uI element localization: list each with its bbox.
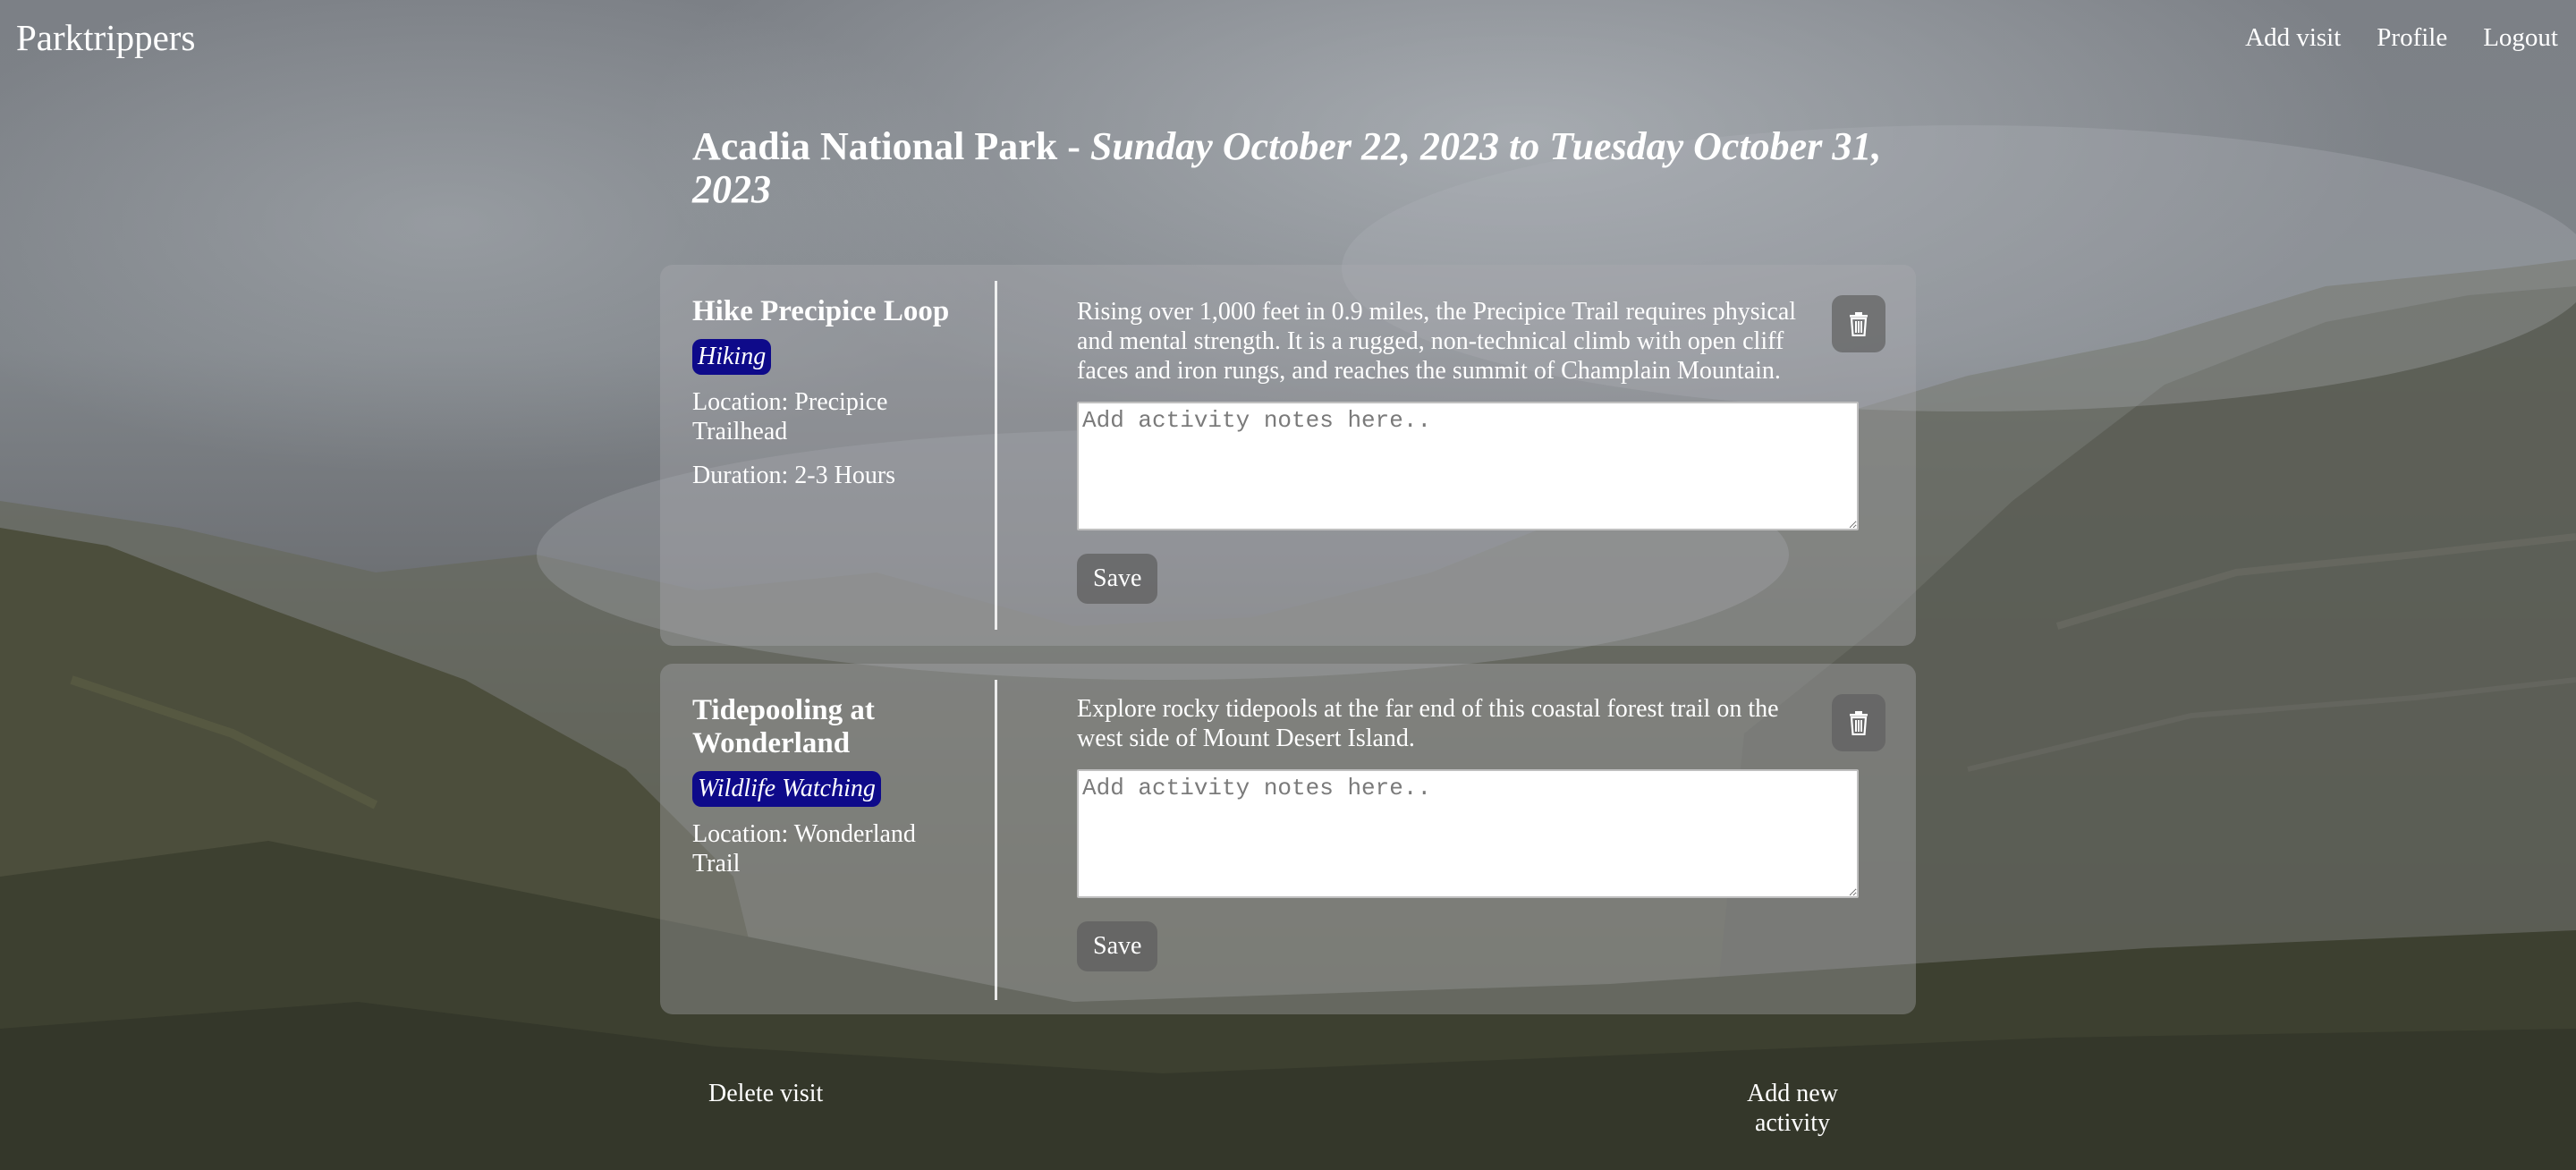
activity-duration: Duration: 2-3 Hours [692, 462, 896, 489]
activity-location: Location: Wonderland Trail [692, 820, 916, 878]
activity-notes-input[interactable] [1077, 769, 1859, 898]
activity-notes-input[interactable] [1077, 402, 1859, 530]
activity-card: Hike Precipice Loop Hiking Location: Pre… [660, 265, 1916, 646]
activity-card: Tidepooling at Wonderland Wildlife Watch… [660, 664, 1916, 1014]
nav-add-visit-link[interactable]: Add visit [2245, 23, 2341, 53]
save-notes-button[interactable]: Save [1077, 921, 1158, 971]
activity-location: Location: Precipice Trailhead [692, 388, 888, 445]
activity-description: Explore rocky tidepools at the far end o… [1077, 695, 1779, 752]
activity-summary: Hike Precipice Loop Hiking Location: Pre… [692, 295, 961, 490]
card-divider [995, 680, 997, 1000]
title-separator: - [1057, 124, 1090, 168]
delete-visit-button[interactable]: Delete visit [708, 1079, 823, 1108]
trash-icon [1850, 711, 1868, 735]
activity-details: Explore rocky tidepools at the far end o… [1077, 694, 1859, 971]
save-notes-button[interactable]: Save [1077, 554, 1158, 604]
card-divider [995, 281, 997, 630]
activity-category-badge: Hiking [692, 339, 772, 375]
brand-logo-link[interactable]: Parktrippers [16, 16, 195, 59]
park-name: Acadia National Park [692, 124, 1058, 168]
activity-description: Rising over 1,000 feet in 0.9 miles, the… [1077, 298, 1797, 385]
nav-links: Add visit Profile Logout [2245, 23, 2558, 53]
nav-profile-link[interactable]: Profile [2377, 23, 2447, 53]
delete-activity-button[interactable] [1832, 295, 1885, 352]
activity-title: Tidepooling at Wonderland [692, 694, 875, 759]
visit-title: Acadia National Park - Sunday October 22… [692, 125, 1891, 211]
delete-activity-button[interactable] [1832, 694, 1885, 751]
top-navbar: Parktrippers Add visit Profile Logout [0, 0, 2576, 77]
activity-category-badge: Wildlife Watching [692, 771, 881, 807]
activity-title: Hike Precipice Loop [692, 295, 950, 327]
add-new-activity-button[interactable]: Add new activity [1730, 1079, 1855, 1138]
trash-icon [1850, 312, 1868, 336]
activity-summary: Tidepooling at Wonderland Wildlife Watch… [692, 694, 961, 878]
activity-details: Rising over 1,000 feet in 0.9 miles, the… [1077, 297, 1859, 604]
nav-logout-link[interactable]: Logout [2483, 23, 2558, 53]
